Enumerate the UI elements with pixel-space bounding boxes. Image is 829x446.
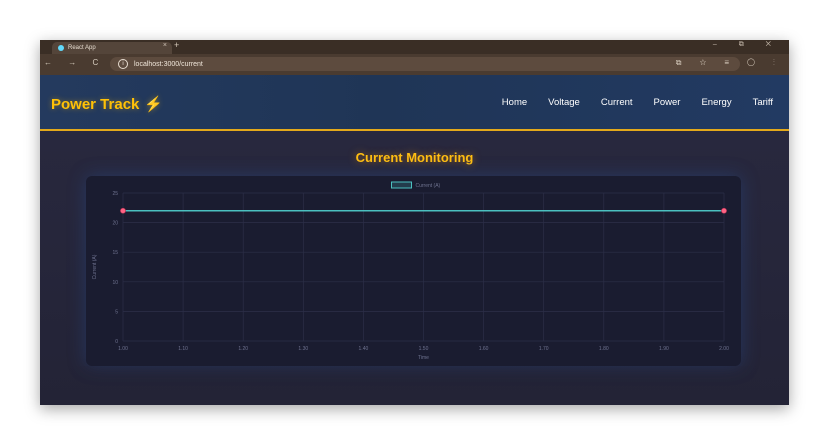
main-content: Current Monitoring 0 5 10 15 20 25 1.00 1.10 1.2… [40, 131, 789, 405]
window-controls[interactable]: – ⧉ ✕ [713, 41, 781, 49]
url-field[interactable]: i localhost:3000/current [110, 57, 740, 71]
legend-swatch [391, 181, 412, 189]
data-point [120, 207, 126, 214]
browser-tab[interactable]: React App × [52, 42, 172, 54]
nav-menu: Home Voltage Current Power Energy Tariff [502, 97, 773, 108]
tab-bar: React App × + – ⧉ ✕ [40, 40, 789, 54]
legend-label: Current (A) [416, 183, 441, 189]
x-axis-title: Time [418, 355, 429, 361]
y-tick-label: 25 [112, 191, 118, 197]
x-tick-label: 1.10 [178, 346, 188, 352]
nav-link-energy[interactable]: Energy [701, 97, 731, 108]
x-tick-label: 1.70 [539, 346, 549, 352]
nav-link-voltage[interactable]: Voltage [548, 97, 580, 108]
x-tick-label: 1.80 [599, 346, 609, 352]
y-tick-label: 5 [115, 309, 118, 315]
lightning-bolt-icon: ⚡ [144, 96, 164, 113]
url-text: localhost:3000/current [134, 60, 203, 68]
brand-text: Power Track [51, 96, 140, 113]
x-tick-label: 1.90 [659, 346, 669, 352]
tab-close-icon[interactable]: × [163, 42, 167, 49]
brand-logo[interactable]: Power Track ⚡ [51, 95, 163, 113]
address-bar-row: ← → C ⌂ i localhost:3000/current ⧉ ☆ ≡ ◯… [40, 54, 789, 75]
nav-link-home[interactable]: Home [502, 97, 527, 108]
current-line-chart: 0 5 10 15 20 25 1.00 1.10 1.20 1.30 1.40 1.50 1.60 1.… [92, 181, 729, 361]
nav-link-current[interactable]: Current [601, 97, 633, 108]
y-tick-label: 20 [112, 221, 118, 227]
chart-card: 0 5 10 15 20 25 1.00 1.10 1.20 1.30 1.40 1.50 1.60 1.… [86, 176, 741, 366]
site-info-icon[interactable]: i [118, 59, 128, 69]
x-tick-label: 1.40 [359, 346, 369, 352]
toolbar-icons[interactable]: ⧉ ☆ ≡ ◯ ⋮ [676, 58, 783, 68]
app-navbar: Power Track ⚡ Home Voltage Current Power … [40, 75, 789, 131]
x-tick-label: 1.20 [238, 346, 248, 352]
x-tick-label: 1.30 [298, 346, 308, 352]
y-tick-label: 0 [115, 339, 118, 345]
data-point [721, 207, 727, 214]
react-favicon-icon [58, 45, 64, 51]
x-tick-label: 1.00 [118, 346, 128, 352]
x-tick-label: 1.50 [419, 346, 429, 352]
browser-window: React App × + – ⧉ ✕ ← → C ⌂ i localhost:… [40, 40, 789, 405]
new-tab-button[interactable]: + [174, 40, 179, 50]
y-tick-label: 10 [112, 280, 118, 286]
nav-link-power[interactable]: Power [654, 97, 681, 108]
y-axis-title: Current (A) [92, 254, 98, 279]
bottom-fade [60, 366, 760, 405]
x-tick-label: 2.00 [719, 346, 729, 352]
x-tick-label: 1.60 [479, 346, 489, 352]
page-title: Current Monitoring [355, 150, 474, 165]
y-tick-label: 15 [112, 250, 118, 256]
tab-title: React App [68, 45, 96, 51]
nav-link-tariff[interactable]: Tariff [753, 97, 773, 108]
